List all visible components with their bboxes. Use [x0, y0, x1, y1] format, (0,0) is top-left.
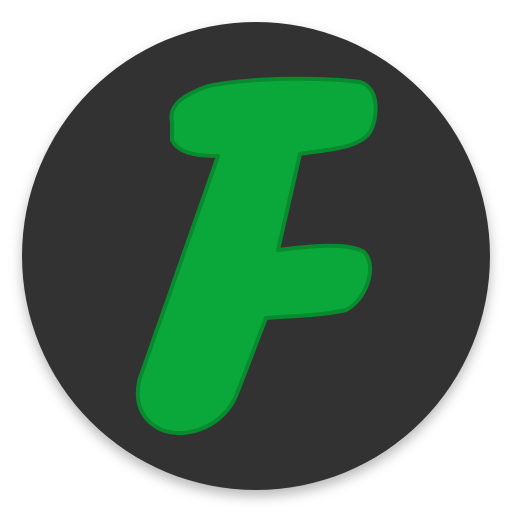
- f-letter-app-icon[interactable]: [0, 0, 512, 512]
- icon-stage: [0, 0, 512, 512]
